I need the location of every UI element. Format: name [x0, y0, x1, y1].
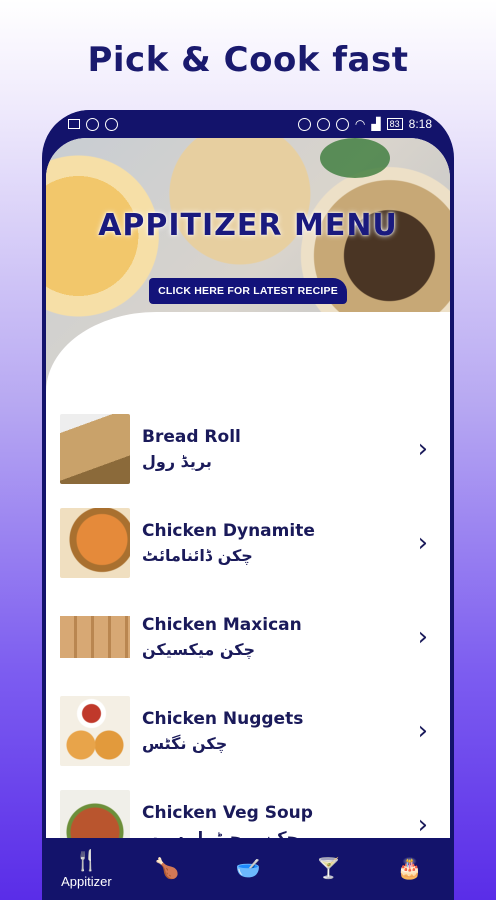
recipe-name: Chicken Maxican: [142, 615, 302, 635]
recipe-name: Chicken Veg Soup: [142, 803, 313, 823]
app-screen: APPITIZER MENU CLICK HERE FOR LATEST REC…: [46, 138, 450, 900]
hero-garnish: [320, 138, 390, 178]
recipe-name-urdu: بریڈ رول: [142, 452, 212, 471]
alarm-icon: [316, 117, 330, 131]
list-item-bread-roll[interactable]: Bread Roll بریڈ رول ›: [46, 402, 450, 496]
recipe-name: Chicken Nuggets: [142, 709, 304, 729]
recipe-thumbnail: [60, 696, 130, 766]
nav-tab-drinks[interactable]: 🍸: [294, 858, 364, 880]
recipe-sheet: Bread Roll بریڈ رول › Chicken Dynamite چ…: [46, 312, 450, 900]
chevron-right-icon: ›: [417, 810, 428, 840]
chevron-right-icon: ›: [417, 528, 428, 558]
notification-icon: [68, 119, 80, 129]
sync-icon: [86, 117, 99, 131]
recipe-name-urdu: چکن نگٹس: [142, 734, 228, 753]
recipe-name-urdu: چکن میکسیکن: [142, 640, 256, 659]
hero-title: APPITIZER MENU: [98, 208, 398, 243]
recipe-name: Chicken Dynamite: [142, 521, 315, 541]
recipe-thumbnail: [60, 508, 130, 578]
list-item-chicken-nuggets[interactable]: Chicken Nuggets چکن نگٹس ›: [46, 684, 450, 778]
drink-icon: 🍸: [316, 858, 342, 880]
chevron-right-icon: ›: [417, 716, 428, 746]
nav-tab-dessert[interactable]: 🎂: [375, 858, 445, 880]
promo-title: Pick & Cook fast: [87, 40, 409, 80]
signal-icon: ▟: [371, 117, 381, 131]
cake-icon: 🎂: [397, 858, 423, 880]
nav-tab-chicken[interactable]: 🍗: [132, 858, 202, 880]
battery-icon: 83: [386, 118, 403, 130]
recipe-list: Bread Roll بریڈ رول › Chicken Dynamite چ…: [46, 402, 450, 872]
wifi-icon: ◠: [354, 117, 366, 131]
list-item-chicken-dynamite[interactable]: Chicken Dynamite چکن ڈائنامائٹ ›: [46, 496, 450, 590]
status-bar: ◠ ▟ 83 8:18: [42, 110, 454, 138]
recipe-name-urdu: چکن ڈائنامائٹ: [142, 546, 253, 565]
recipe-name: Bread Roll: [142, 427, 241, 447]
phone-frame: ◠ ▟ 83 8:18 APPITIZER MENU CLICK HERE FO…: [42, 110, 454, 900]
fork-knife-icon: 🍴: [73, 849, 99, 872]
status-time: 8:18: [408, 117, 432, 131]
nav-tab-appitizer[interactable]: 🍴 Appitizer: [51, 850, 121, 889]
whatsapp-icon: [105, 117, 118, 131]
chevron-right-icon: ›: [417, 434, 428, 464]
chicken-icon: 🍗: [154, 858, 180, 880]
nav-label: Appitizer: [61, 873, 112, 889]
recipe-thumbnail: [60, 602, 130, 672]
chevron-right-icon: ›: [417, 622, 428, 652]
list-item-chicken-maxican[interactable]: Chicken Maxican چکن میکسیکن ›: [46, 590, 450, 684]
location-icon: [297, 117, 311, 131]
bowl-icon: 🥣: [235, 858, 261, 880]
eye-icon: [335, 117, 349, 131]
latest-recipe-button[interactable]: CLICK HERE FOR LATEST RECIPE: [149, 278, 347, 304]
bottom-nav: 🍴 Appitizer 🍗 🥣 🍸 🎂: [46, 838, 450, 900]
recipe-thumbnail: [60, 414, 130, 484]
nav-tab-bowl[interactable]: 🥣: [213, 858, 283, 880]
